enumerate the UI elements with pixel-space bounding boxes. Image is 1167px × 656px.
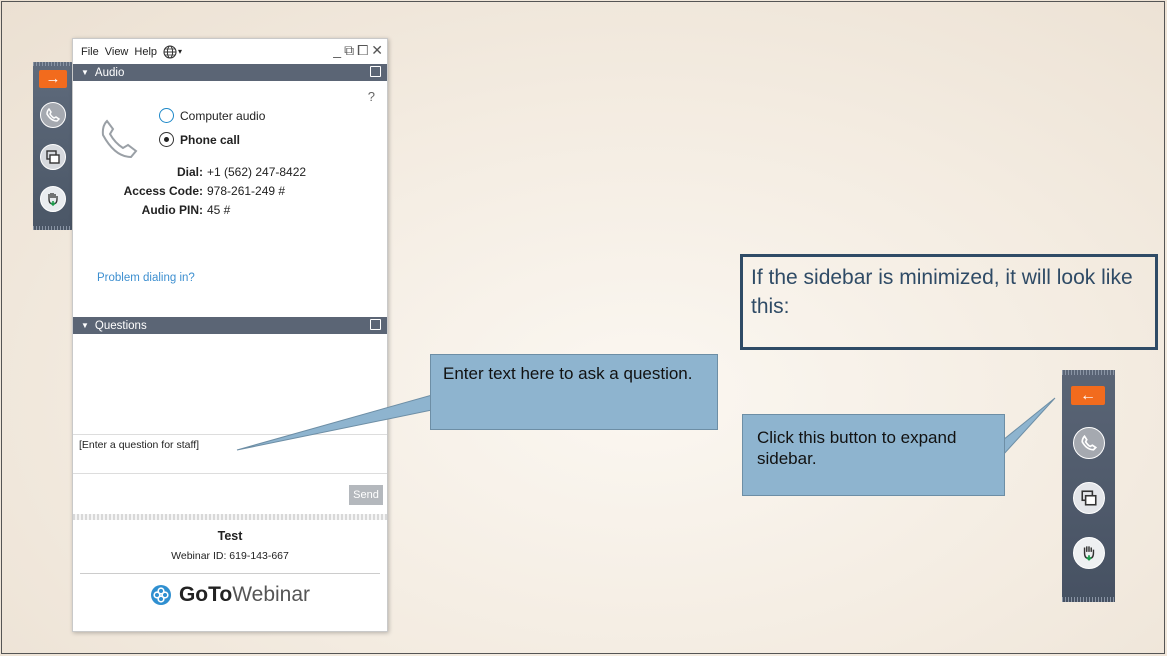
- mini-grip-bottom[interactable]: [1062, 597, 1115, 602]
- toolbar-grip-top[interactable]: [33, 62, 73, 66]
- brand-webinar: Webinar: [232, 583, 311, 606]
- footer-divider: [80, 573, 380, 574]
- raise-hand-icon: [48, 193, 58, 207]
- webinar-title: Test: [217, 529, 243, 543]
- gotowebinar-logo-icon: [150, 585, 171, 605]
- phone-call-option[interactable]: Phone call: [159, 132, 240, 147]
- restore-button[interactable]: ⧉: [344, 42, 354, 59]
- menu-file[interactable]: File: [81, 46, 99, 58]
- sidebar-toolbar: →: [33, 62, 73, 230]
- expand-sidebar-button[interactable]: ←: [1071, 386, 1105, 405]
- gotowebinar-logo: GoTo Webinar: [73, 583, 387, 607]
- window-controls: _ ⧉ ⧠ ✕: [333, 42, 383, 59]
- popout-icon: [1081, 490, 1097, 506]
- audio-toggle-button[interactable]: [40, 102, 66, 128]
- computer-audio-option[interactable]: Computer audio: [159, 108, 265, 123]
- collapse-triangle-icon: ▼: [81, 321, 89, 330]
- screen-popout-button[interactable]: [40, 144, 66, 170]
- send-row: Send: [73, 474, 387, 514]
- globe-icon: [163, 44, 177, 59]
- access-code-value: 978-261-249 #: [207, 184, 286, 198]
- mini-raise-hand-button[interactable]: [1073, 537, 1105, 569]
- dial-label: Dial:: [176, 165, 203, 179]
- menu-help[interactable]: Help: [134, 46, 157, 58]
- popout-section-icon[interactable]: [370, 66, 381, 77]
- phone-icon: [46, 107, 61, 122]
- close-button[interactable]: ✕: [371, 42, 383, 59]
- collapse-triangle-icon: ▼: [81, 68, 89, 77]
- audio-help-button[interactable]: ?: [368, 89, 375, 104]
- audio-pin-row: Audio PIN: 45 #: [73, 203, 231, 217]
- expand-callout: Click this button to expand sidebar.: [742, 414, 1005, 496]
- chevron-down-icon: ▾: [178, 47, 183, 56]
- audio-section-header[interactable]: ▼ Audio: [73, 64, 387, 81]
- phone-call-radio[interactable]: [159, 132, 174, 147]
- minimize-button[interactable]: _: [333, 42, 341, 59]
- access-code-row: Access Code: 978-261-249 #: [73, 184, 285, 198]
- problem-dialing-link[interactable]: Problem dialing in?: [97, 272, 195, 284]
- question-input[interactable]: [Enter a question for staff]: [73, 434, 387, 474]
- send-button[interactable]: Send: [349, 485, 383, 505]
- questions-section-header[interactable]: ▼ Questions: [73, 317, 387, 334]
- minimized-sidebar: ←: [1062, 370, 1115, 602]
- mini-popout-button[interactable]: [1073, 482, 1105, 514]
- dial-row: Dial: +1 (562) 247-8422: [73, 165, 306, 179]
- collapse-sidebar-button[interactable]: →: [39, 70, 67, 88]
- language-menu[interactable]: ▾: [163, 44, 188, 59]
- phone-icon: [101, 119, 138, 159]
- popout-section-icon[interactable]: [370, 319, 381, 330]
- raise-hand-button[interactable]: [40, 186, 66, 212]
- audio-pin-label: Audio PIN:: [141, 203, 203, 217]
- raise-hand-icon: [1083, 546, 1095, 561]
- questions-header-label: Questions: [94, 319, 147, 332]
- mini-grip-top[interactable]: [1062, 370, 1115, 375]
- webinar-id: Webinar ID: 619-143-667: [171, 550, 289, 562]
- phone-call-label: Phone call: [180, 132, 241, 147]
- resize-grip[interactable]: [73, 514, 387, 520]
- audio-section: ? Computer audio Phone call Dial: +1 (562…: [73, 81, 387, 317]
- panel-footer: Test Webinar ID: 619-143-667 GoTo Webinar: [73, 529, 387, 607]
- brand-goto: GoTo: [178, 583, 233, 606]
- question-callout: Enter text here to ask a question.: [430, 354, 718, 430]
- minimized-note: If the sidebar is minimized, it will loo…: [740, 254, 1158, 350]
- control-panel: File View Help ▾ _ ⧉ ⧠ ✕ ▼ Audio ? Compu…: [72, 38, 388, 632]
- phone-icon: [1081, 434, 1098, 451]
- menu-view[interactable]: View: [105, 46, 129, 58]
- popout-icon: [46, 150, 60, 164]
- access-code-label: Access Code:: [123, 184, 203, 198]
- computer-audio-label: Computer audio: [180, 108, 266, 123]
- popout-window-button[interactable]: ⧠: [357, 42, 368, 59]
- audio-header-label: Audio: [94, 66, 125, 79]
- mini-audio-button[interactable]: [1073, 427, 1105, 459]
- questions-log: [73, 334, 387, 434]
- computer-audio-radio[interactable]: [159, 108, 174, 123]
- audio-pin-value: 45 #: [207, 203, 231, 217]
- toolbar-grip-bottom[interactable]: [33, 226, 73, 230]
- dial-value: +1 (562) 247-8422: [207, 165, 307, 179]
